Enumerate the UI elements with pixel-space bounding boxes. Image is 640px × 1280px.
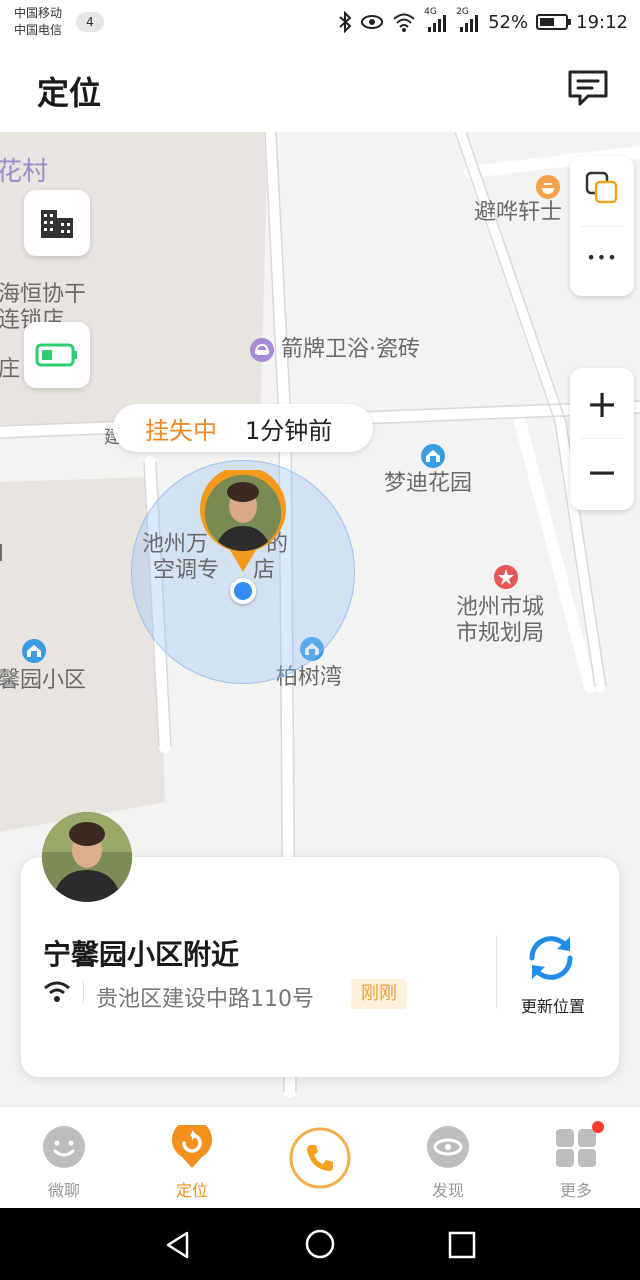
status-icons: 4G 2G 52% 19:12 xyxy=(338,7,628,36)
status-bar: 中国移动 中国电信 4 4G 2G 52% 19:12 xyxy=(0,0,640,44)
more-grid-icon xyxy=(556,1129,596,1167)
home-icon[interactable] xyxy=(304,1228,336,1260)
location-address: 贵池区建设中路110号 xyxy=(96,987,314,1012)
bottom-nav: 微聊 定位 发现 更多 xyxy=(0,1106,640,1208)
layers-icon[interactable] xyxy=(584,170,620,206)
clock: 19:12 xyxy=(576,11,628,33)
map-label-edge: d xyxy=(0,542,4,567)
building-view-button[interactable] xyxy=(24,190,90,256)
tile-shop-icon xyxy=(250,338,274,362)
page-title: 定位 xyxy=(37,74,102,112)
vertical-divider xyxy=(496,935,497,1009)
recents-icon[interactable] xyxy=(447,1230,477,1260)
bluetooth-icon xyxy=(339,11,352,33)
freshness-tag: 刚刚 xyxy=(351,979,407,1009)
divider xyxy=(83,981,84,1003)
discover-icon xyxy=(427,1126,469,1168)
nav-tab-discover[interactable]: 发现 xyxy=(384,1107,512,1209)
carrier-info: 中国移动 中国电信 xyxy=(14,5,62,39)
wifi-status-icon xyxy=(393,13,415,32)
map-label-tile: 箭牌卫浴·瓷砖 xyxy=(281,337,420,362)
phone-icon xyxy=(289,1127,351,1189)
map-label-planning-2: 市规划局 xyxy=(456,621,545,646)
location-icon xyxy=(172,1125,212,1168)
nav-label-discover: 发现 xyxy=(431,1181,464,1200)
notification-dot xyxy=(592,1121,604,1133)
map-label-community: 馨园小区 xyxy=(0,668,87,693)
lost-status: 挂失中 xyxy=(145,416,217,445)
battery-percent: 52% xyxy=(488,11,529,33)
map-label-garden: 梦迪花园 xyxy=(384,471,473,496)
nav-label-chat: 微聊 xyxy=(47,1181,80,1200)
building-icon xyxy=(41,210,73,238)
device-battery-icon xyxy=(35,343,77,367)
system-nav-bar xyxy=(0,1208,640,1280)
map-label-village: 花村 xyxy=(0,157,49,187)
back-icon[interactable] xyxy=(163,1230,193,1260)
carrier-1: 中国移动 xyxy=(14,6,63,20)
map-label-store-1: 海恒协干 xyxy=(0,282,87,307)
battery-status-button[interactable] xyxy=(24,322,90,388)
more-options-button[interactable]: ••• xyxy=(570,248,634,267)
nav-tab-call[interactable] xyxy=(256,1107,384,1209)
nav-tab-chat[interactable]: 微聊 xyxy=(0,1107,128,1209)
residential-icon xyxy=(421,444,445,468)
eye-icon xyxy=(361,15,384,29)
wifi-location-icon xyxy=(44,981,70,1002)
refresh-location-button[interactable]: 更新位置 xyxy=(505,993,601,1017)
device-avatar-pin[interactable] xyxy=(198,470,288,574)
carrier-2: 中国电信 xyxy=(14,23,63,37)
device-status-bubble[interactable]: 挂失中 1分钟前 xyxy=(113,404,373,452)
nav-tab-location[interactable]: 定位 xyxy=(128,1107,256,1209)
refresh-icon[interactable] xyxy=(524,931,578,985)
map-label-store-3: 庄 xyxy=(0,357,21,382)
restaurant-icon xyxy=(536,175,560,199)
community-icon xyxy=(22,639,46,663)
current-location-dot xyxy=(230,578,256,604)
chat-icon xyxy=(43,1126,85,1168)
signal-1-icon: 4G xyxy=(424,7,448,33)
location-place: 宁馨园小区附近 xyxy=(43,938,240,971)
zoom-out-button[interactable]: − xyxy=(570,444,634,500)
map-label-pavilion: 避哗轩士 xyxy=(474,200,563,225)
nav-tab-more[interactable]: 更多 xyxy=(512,1107,640,1209)
zoom-panel: + − xyxy=(570,368,634,510)
update-time: 1分钟前 xyxy=(245,416,333,445)
nav-label-more: 更多 xyxy=(559,1181,592,1200)
signal-2-icon: 2G xyxy=(456,7,480,33)
nav-label-location: 定位 xyxy=(175,1181,208,1200)
message-icon[interactable] xyxy=(566,68,610,108)
app-header: 定位 xyxy=(0,44,640,132)
government-icon xyxy=(494,565,518,589)
map-tools-panel: ••• xyxy=(570,156,634,296)
battery-icon xyxy=(536,14,572,30)
zoom-in-button[interactable]: + xyxy=(570,376,634,432)
device-avatar[interactable] xyxy=(42,812,132,902)
map-label-planning-1: 池州市城 xyxy=(456,595,545,620)
sim-badge: 4 xyxy=(76,12,104,32)
